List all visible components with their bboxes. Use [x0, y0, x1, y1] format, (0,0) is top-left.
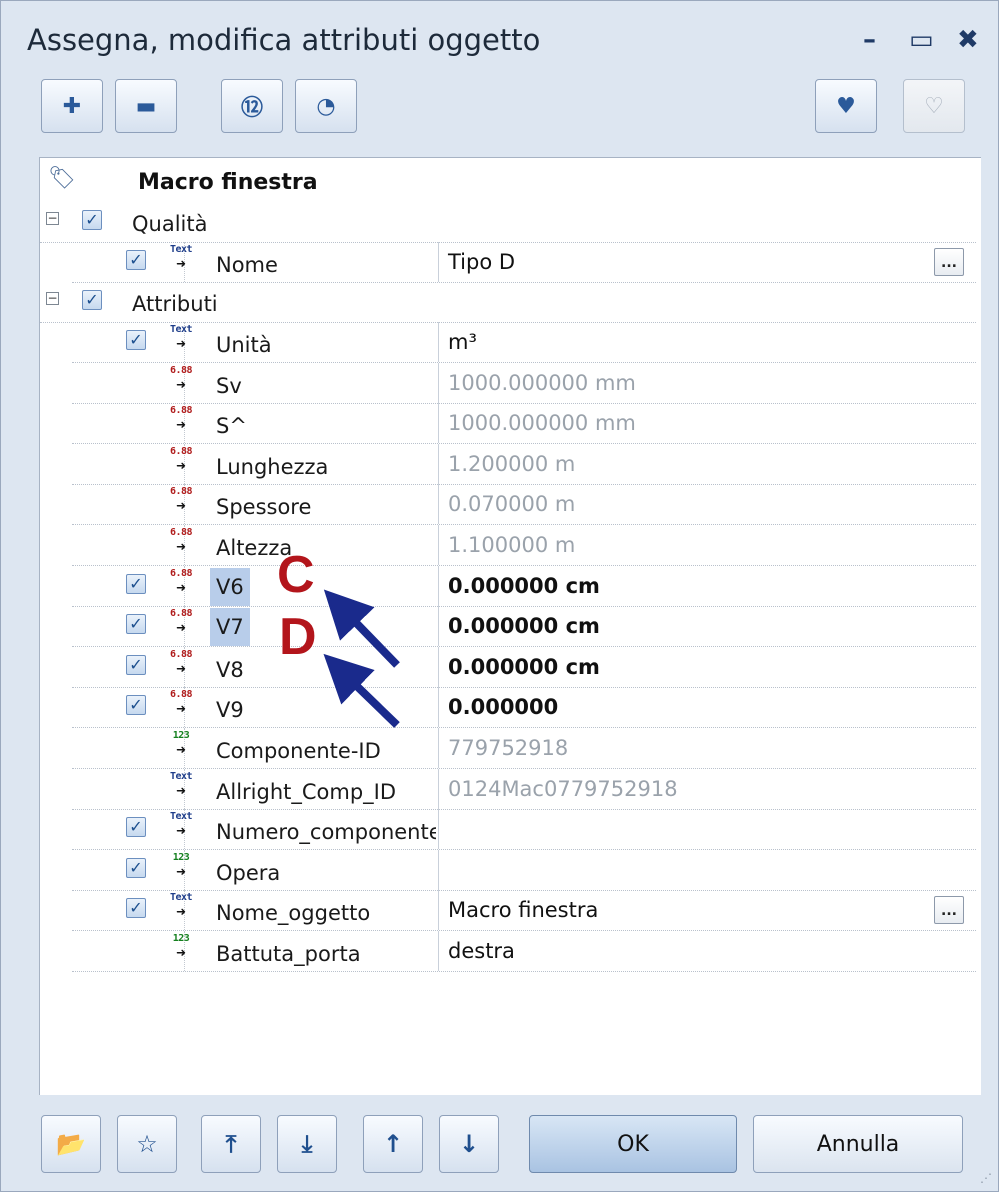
move-top-icon: ⤒	[225, 1130, 237, 1158]
arrow-d	[323, 653, 400, 728]
move-up-button[interactable]: ↑	[363, 1115, 423, 1173]
resize-grip-icon[interactable]: ⋰	[980, 1171, 992, 1185]
dialog-window: Assegna, modifica attributi oggetto – ▭ …	[0, 0, 999, 1192]
annotation-letter-c: C	[277, 546, 315, 604]
move-bottom-icon: ⤓	[301, 1130, 313, 1158]
move-down-button[interactable]: ↓	[439, 1115, 499, 1173]
ok-button[interactable]: OK	[529, 1115, 737, 1173]
save-favorite-button[interactable]: ☆	[117, 1115, 177, 1173]
cancel-button[interactable]: Annulla	[753, 1115, 963, 1173]
save-favorite-icon: ☆	[136, 1130, 158, 1158]
open-favorite-icon: 📂	[56, 1130, 86, 1158]
move-top-button[interactable]: ⤒	[201, 1115, 261, 1173]
move-up-icon: ↑	[382, 1130, 404, 1158]
annotation-overlay	[323, 589, 400, 728]
open-favorite-button[interactable]: 📂	[41, 1115, 101, 1173]
annotation-letter-d: D	[279, 608, 317, 666]
move-down-icon: ↓	[458, 1130, 480, 1158]
arrow-c	[323, 589, 400, 668]
move-bottom-button[interactable]: ⤓	[277, 1115, 337, 1173]
